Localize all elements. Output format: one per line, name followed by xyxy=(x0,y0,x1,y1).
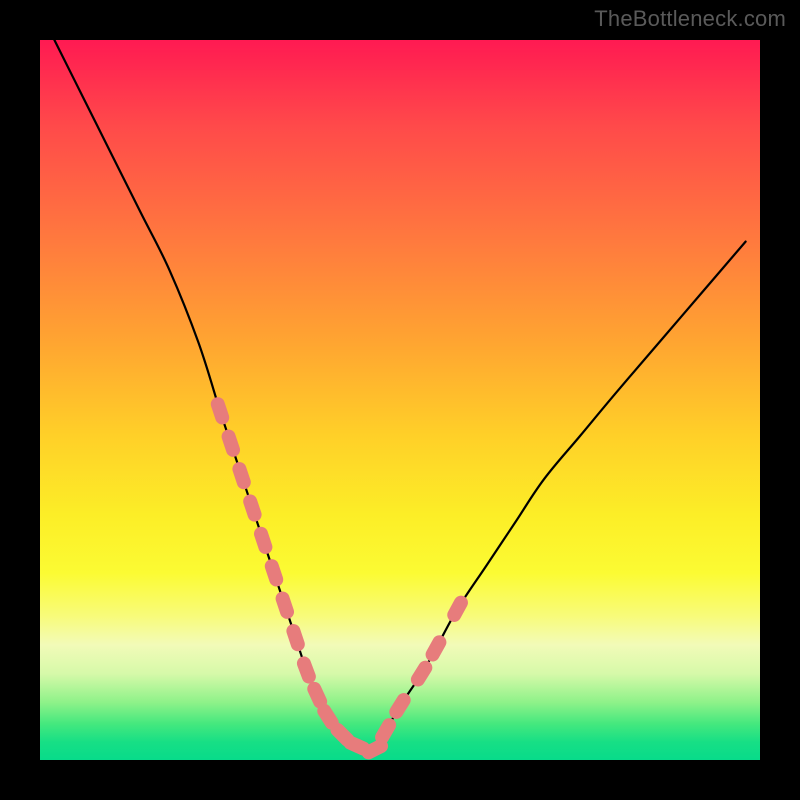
curve-marker xyxy=(285,622,307,653)
chart-svg xyxy=(40,40,760,760)
curve-marker xyxy=(423,633,449,664)
curve-marker xyxy=(408,658,435,689)
marker-layer xyxy=(209,395,471,761)
chart-frame: TheBottleneck.com xyxy=(0,0,800,800)
curve-marker xyxy=(209,395,231,426)
curve-marker xyxy=(445,593,471,624)
curve-marker xyxy=(387,690,414,721)
curve-marker xyxy=(231,460,253,491)
curve-marker xyxy=(263,557,285,588)
plot-area xyxy=(40,40,760,760)
watermark-text: TheBottleneck.com xyxy=(594,6,786,32)
curve-marker xyxy=(295,654,318,685)
curve-marker xyxy=(241,493,263,524)
curve-path xyxy=(54,40,745,750)
curve-marker xyxy=(274,590,296,621)
curve-marker xyxy=(220,428,242,459)
curve-marker xyxy=(252,525,274,556)
